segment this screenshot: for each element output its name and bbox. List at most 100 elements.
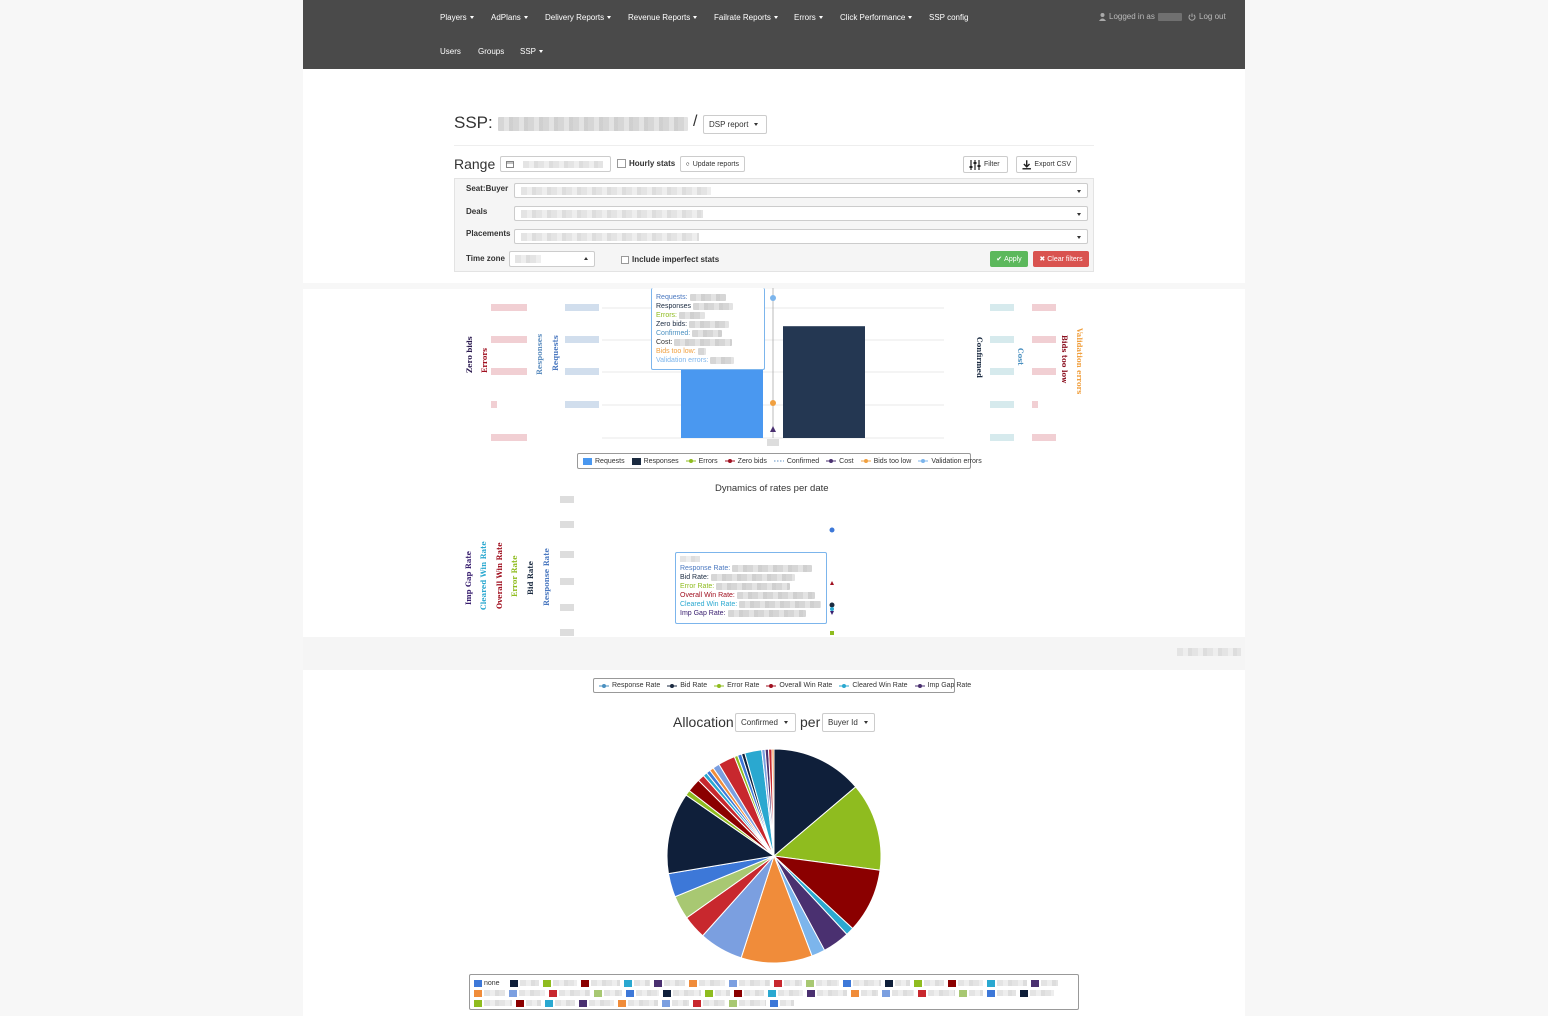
- clear-filters-button[interactable]: ✖ Clear filters: [1033, 251, 1089, 267]
- pie-legend-item[interactable]: [509, 989, 545, 997]
- pie-legend-item[interactable]: [914, 979, 944, 987]
- pie-legend-item[interactable]: [579, 999, 614, 1007]
- pie-legend-item[interactable]: [516, 999, 541, 1007]
- pie-legend-item[interactable]: [729, 999, 766, 1007]
- pie-legend-item[interactable]: [474, 989, 505, 997]
- pie-legend-item[interactable]: [918, 989, 955, 997]
- tick-label-redacted: [1032, 304, 1056, 311]
- nav-menu-users[interactable]: Users: [440, 47, 461, 56]
- legend-item-error-rate[interactable]: Error Rate: [714, 682, 759, 689]
- allocation-metric-dropdown[interactable]: Confirmed: [735, 713, 796, 732]
- pie-legend-item[interactable]: [693, 999, 725, 1007]
- pie-legend-item[interactable]: [807, 989, 847, 997]
- pie-legend-item[interactable]: [581, 979, 620, 987]
- pie-legend-item[interactable]: [806, 979, 839, 987]
- report-type-dropdown[interactable]: DSP report: [703, 115, 767, 134]
- hourly-stats-checkbox[interactable]: Hourly stats: [617, 159, 675, 168]
- pie-legend-item[interactable]: [770, 999, 794, 1007]
- pie-legend-item[interactable]: [654, 979, 685, 987]
- bar-responses: [783, 326, 865, 438]
- apply-button[interactable]: ✔ Apply: [990, 251, 1028, 267]
- pie-legend-item[interactable]: [474, 999, 512, 1007]
- export-csv-button[interactable]: Export CSV: [1016, 156, 1077, 173]
- nav-menu-delivery-reports[interactable]: Delivery Reports: [545, 13, 612, 22]
- chevron-down-icon: [523, 16, 528, 20]
- chevron-up-icon: [584, 257, 588, 260]
- pie-legend-item[interactable]: [1031, 979, 1058, 987]
- placements-select[interactable]: [514, 229, 1088, 244]
- pie-legend-item[interactable]: [948, 979, 983, 987]
- pie-legend-item[interactable]: [729, 979, 770, 987]
- deals-select[interactable]: [514, 206, 1088, 221]
- nav-menu-ssp[interactable]: SSP: [520, 47, 544, 56]
- y-axis-title-right: Confirmed: [975, 337, 984, 378]
- pie-legend-item[interactable]: [545, 999, 575, 1007]
- seat-buyer-select[interactable]: [514, 183, 1088, 198]
- pie-legend-label-redacted: [628, 1000, 658, 1006]
- pie-legend-item[interactable]: [624, 979, 650, 987]
- update-reports-button[interactable]: Update reports: [680, 156, 745, 172]
- nav-menu-click-performance[interactable]: Click Performance: [840, 13, 913, 22]
- pie-legend-item[interactable]: [987, 989, 1016, 997]
- legend-item-errors[interactable]: Errors: [685, 458, 718, 465]
- legend-item-bid-rate[interactable]: Bid Rate: [667, 682, 707, 689]
- pie-legend-item[interactable]: [1020, 989, 1054, 997]
- logout-link[interactable]: Log out: [1188, 12, 1226, 21]
- legend-item-response-rate[interactable]: Response Rate: [599, 682, 660, 689]
- pie-legend-item[interactable]: [959, 989, 983, 997]
- legend-item-cost[interactable]: Cost: [826, 458, 854, 465]
- pie-legend-item[interactable]: [774, 979, 802, 987]
- checkbox-box[interactable]: [617, 159, 626, 168]
- legend-item-overall-win-rate[interactable]: Overall Win Rate: [766, 682, 832, 689]
- legend-item-imp-gap-rate[interactable]: Imp Gap Rate: [914, 682, 971, 689]
- legend-label: Error Rate: [727, 682, 760, 689]
- pie-legend-item[interactable]: [618, 999, 658, 1007]
- checkbox-box[interactable]: [621, 255, 629, 264]
- legend-item-bids-too-low[interactable]: Bids too low: [860, 458, 911, 465]
- pie-legend-item[interactable]: [662, 999, 689, 1007]
- legend-item-zero-bids[interactable]: Zero bids: [724, 458, 767, 465]
- clear-filters-label: Clear filters: [1047, 255, 1083, 263]
- tooltip-row-label: Zero bids:: [656, 321, 688, 328]
- nav-menu-ssp-config[interactable]: SSP config: [929, 13, 968, 22]
- nav-menu-adplans[interactable]: AdPlans: [491, 13, 528, 22]
- nav-menu-failrate-reports[interactable]: Failrate Reports: [714, 13, 778, 22]
- legend-item-validation-errors[interactable]: Validation errors: [918, 458, 982, 465]
- pie-legend-label-redacted: [664, 980, 685, 986]
- legend-item-requests[interactable]: Requests: [583, 457, 625, 465]
- pie-legend-item[interactable]: [543, 979, 577, 987]
- tooltip-value-redacted: [674, 339, 733, 346]
- pie-legend-item[interactable]: [987, 979, 1027, 987]
- pie-legend-label-redacted: [484, 1000, 512, 1006]
- pie-legend-item[interactable]: [882, 989, 914, 997]
- pie-legend-item[interactable]: [851, 989, 878, 997]
- pie-legend-item[interactable]: [663, 989, 701, 997]
- pie-legend-item[interactable]: [843, 979, 881, 987]
- pie-legend-label-redacted: [817, 990, 847, 996]
- nav-menu-errors[interactable]: Errors: [794, 13, 823, 22]
- pie-legend-item[interactable]: [549, 989, 590, 997]
- include-imperfect-checkbox[interactable]: Include imperfect stats: [621, 255, 719, 264]
- allocation-group-dropdown[interactable]: Buyer Id: [822, 713, 875, 732]
- deals-label: Deals: [466, 207, 488, 216]
- pie-legend-item[interactable]: [510, 979, 539, 987]
- pie-legend-item[interactable]: [705, 989, 730, 997]
- tick-label-redacted: [560, 578, 574, 585]
- time-zone-select[interactable]: [509, 251, 595, 267]
- legend-swatch: [959, 989, 967, 997]
- filter-button[interactable]: Filter: [963, 156, 1008, 173]
- pie-legend-item[interactable]: [885, 979, 910, 987]
- pie-legend-item[interactable]: [689, 979, 725, 987]
- nav-menu-groups[interactable]: Groups: [478, 47, 504, 56]
- pie-legend-item[interactable]: [768, 989, 803, 997]
- pie-legend-item[interactable]: [594, 989, 622, 997]
- nav-menu-revenue-reports[interactable]: Revenue Reports: [628, 13, 698, 22]
- date-range-input[interactable]: [500, 156, 611, 172]
- pie-legend-item[interactable]: [734, 989, 764, 997]
- pie-legend-item[interactable]: none: [474, 979, 506, 987]
- legend-item-responses[interactable]: Responses: [631, 457, 679, 465]
- nav-menu-players[interactable]: Players: [440, 13, 474, 22]
- legend-item-confirmed[interactable]: Confirmed: [773, 458, 819, 465]
- legend-item-cleared-win-rate[interactable]: Cleared Win Rate: [839, 682, 908, 689]
- pie-legend-item[interactable]: [626, 989, 659, 997]
